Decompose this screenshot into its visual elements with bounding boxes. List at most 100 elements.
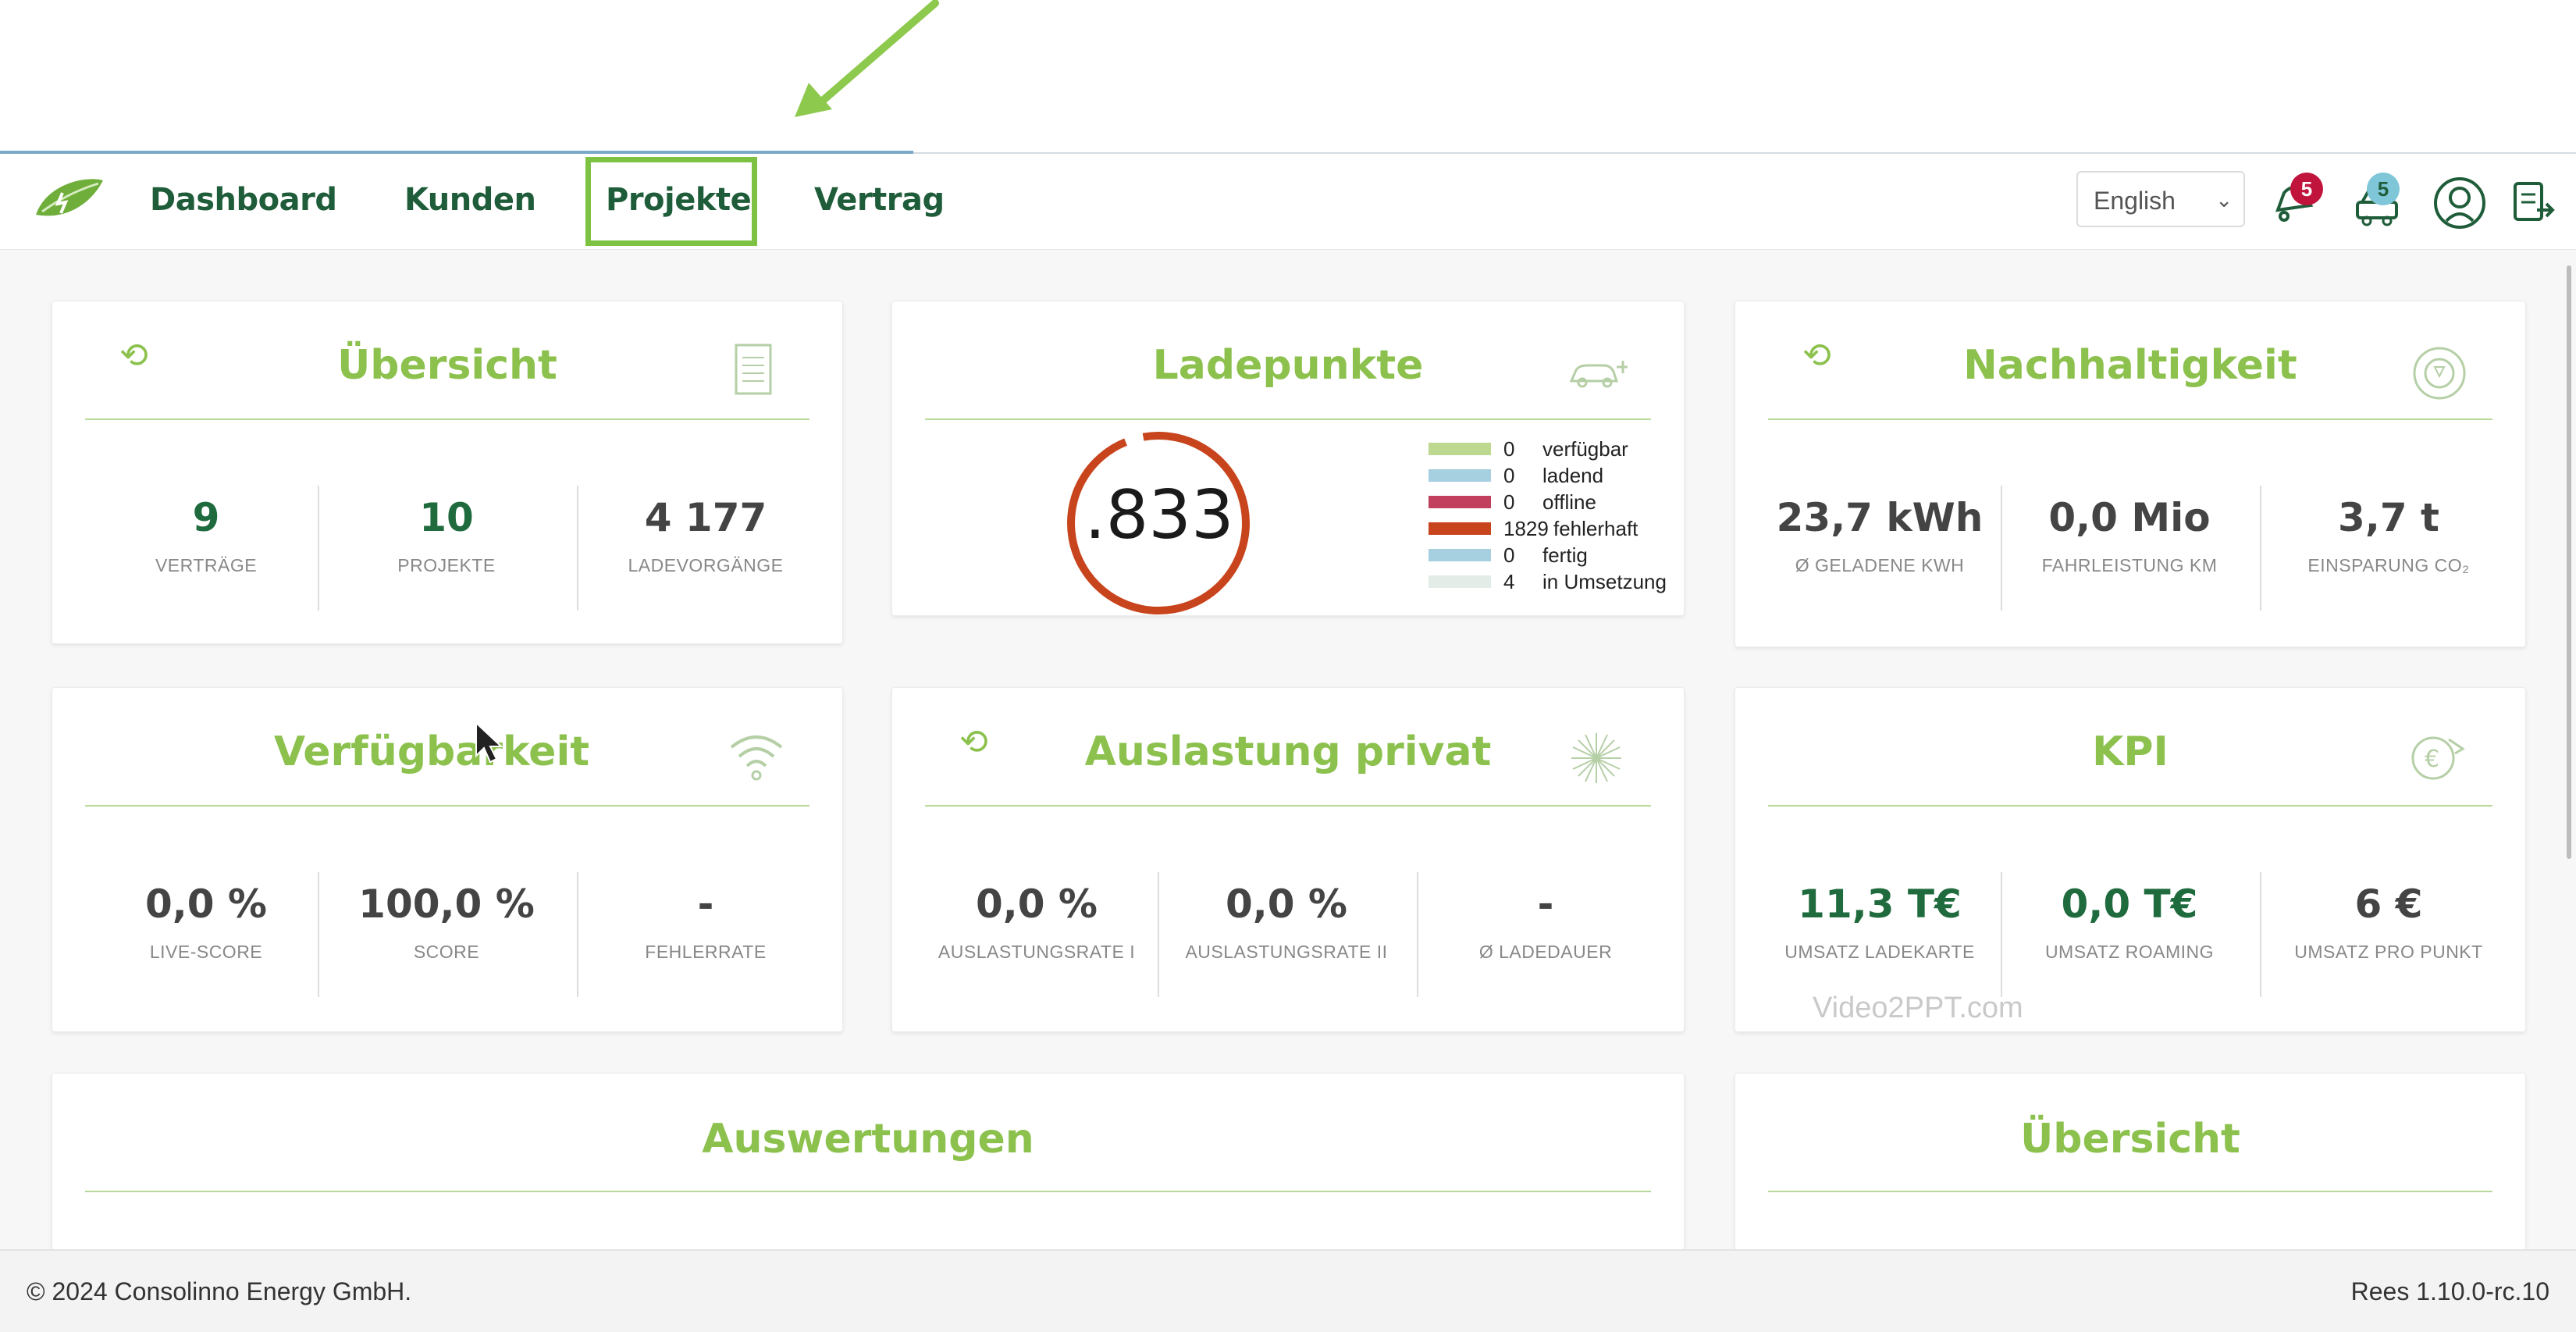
card-title: Auswertungen xyxy=(702,1116,1034,1163)
card-title: Verfügbarkeit xyxy=(273,728,590,775)
stat-label: UMSATZ PRO PUNKT xyxy=(2294,942,2483,962)
stat-divider xyxy=(577,872,578,997)
stat-label: UMSATZ LADEKARTE xyxy=(1784,942,1975,962)
annotation-arrow xyxy=(795,0,939,117)
card-title: Auslastung privat xyxy=(1084,728,1492,775)
card-uebersicht: ⟲ Übersicht 9 VERTRÄGE 10 PROJEKTE 4 177… xyxy=(52,301,843,644)
card-title: KPI xyxy=(2092,728,2169,775)
stat-divider xyxy=(318,872,319,997)
nav-vertrag[interactable]: Vertrag xyxy=(814,182,945,218)
card-divider xyxy=(925,418,1651,420)
stat-divider xyxy=(2001,872,2002,997)
card-divider xyxy=(925,805,1651,807)
stat-label: Ø GELADENE KWH xyxy=(1795,555,1965,575)
legend-swatch xyxy=(1429,549,1491,561)
card-divider xyxy=(85,805,809,807)
consolinno-logo[interactable] xyxy=(31,176,106,223)
stat-value: 100,0 % xyxy=(358,881,535,927)
card-title: Nachhaltigkeit xyxy=(1963,342,2297,389)
document-icon xyxy=(735,344,772,395)
stat-value: 0,0 T€ xyxy=(2061,881,2198,927)
legend-label: verfügbar xyxy=(1542,437,1628,461)
card-divider xyxy=(1768,418,2492,420)
stat-value: 0,0 % xyxy=(144,881,268,927)
stat-value: 10 xyxy=(419,495,474,540)
stat-divider xyxy=(2260,486,2261,611)
card-nachhaltigkeit: ⟲ Nachhaltigkeit 23,7 kWh Ø GELADENE KWH… xyxy=(1735,301,2526,647)
stat-value: 11,3 T€ xyxy=(1798,881,1962,927)
ladepunkte-total: .833 xyxy=(1084,476,1234,554)
stat-label: LADEVORGÄNGE xyxy=(628,555,784,575)
language-select[interactable]: English ⌄ xyxy=(2076,171,2245,227)
nav-dashboard[interactable]: Dashboard xyxy=(150,182,337,218)
legend-label: offline xyxy=(1542,490,1596,514)
logout-icon[interactable] xyxy=(2506,176,2560,230)
stat-divider xyxy=(577,486,578,611)
stat-label: VERTRÄGE xyxy=(155,555,258,575)
card-title: Übersicht xyxy=(2020,1116,2240,1163)
stat-label: Ø LADEDAUER xyxy=(1478,942,1613,962)
legend-count: 0 xyxy=(1503,490,1515,514)
stat-label: LIVE-SCORE xyxy=(149,942,263,962)
stat-value: 0,0 % xyxy=(975,881,1098,927)
tasks-badge: 5 xyxy=(2367,173,2400,205)
stat-value: 9 xyxy=(192,495,220,540)
stat-value: 0,0 % xyxy=(1225,881,1348,927)
svg-text:€: € xyxy=(2425,746,2439,773)
stat-divider xyxy=(2260,872,2261,997)
recycle-globe-icon xyxy=(2413,347,2466,400)
stat-value: 6 € xyxy=(2354,881,2423,927)
stat-label: FEHLERRATE xyxy=(645,942,767,962)
language-select-value: English xyxy=(2094,187,2176,215)
card-divider xyxy=(85,418,809,420)
nav-kunden[interactable]: Kunden xyxy=(404,182,536,218)
card-kpi: KPI € 11,3 T€ UMSATZ LADEKARTE 0,0 T€ UM… xyxy=(1735,687,2526,1032)
stat-value: 3,7 t xyxy=(2338,495,2439,540)
stat-label: AUSLASTUNGSRATE I xyxy=(938,942,1136,962)
mouse-cursor-icon xyxy=(475,721,503,764)
stat-label: SCORE xyxy=(413,942,480,962)
stat-label: UMSATZ ROAMING xyxy=(2044,942,2215,962)
stat-value: 0,0 Mio xyxy=(2048,495,2211,540)
euro-refresh-icon: € xyxy=(2411,736,2465,780)
legend-label: fehlerhaft xyxy=(1553,517,1638,540)
legend-swatch xyxy=(1429,469,1491,482)
card-title: Ladepunkte xyxy=(1152,342,1424,389)
charging-car-icon xyxy=(1569,361,1628,388)
stat-label: FAHRLEISTUNG KM xyxy=(2041,555,2218,575)
card-auswertungen: Auswertungen xyxy=(52,1073,1685,1250)
stat-value: - xyxy=(1537,881,1554,927)
legend-swatch xyxy=(1429,496,1491,508)
stat-label: PROJEKTE xyxy=(397,555,496,575)
legend-label: ladend xyxy=(1542,464,1604,487)
card-divider xyxy=(85,1191,1651,1192)
legend-swatch xyxy=(1429,522,1491,535)
stat-label: EINSPARUNG CO₂ xyxy=(2307,555,2470,575)
stat-divider xyxy=(2001,486,2002,611)
projekte-highlight-box xyxy=(585,157,757,246)
stat-label: AUSLASTUNGSRATE II xyxy=(1185,942,1388,962)
footer: © 2024 Consolinno Energy GmbH. Rees 1.10… xyxy=(0,1249,2576,1332)
stat-value: - xyxy=(697,881,714,927)
legend-label: fertig xyxy=(1542,543,1588,567)
card-uebersicht-2: Übersicht xyxy=(1735,1073,2526,1250)
legend-count: 0 xyxy=(1503,543,1515,567)
legend-count: 4 xyxy=(1503,570,1515,593)
footer-version: Rees 1.10.0-rc.10 xyxy=(2350,1277,2549,1305)
top-navbar: Dashboard Kunden Projekte Vertrag Englis… xyxy=(0,154,2576,251)
card-divider xyxy=(1768,805,2492,807)
footer-copyright: © 2024 Consolinno Energy GmbH. xyxy=(27,1277,412,1305)
stat-value: 23,7 kWh xyxy=(1776,495,1984,540)
legend-swatch xyxy=(1429,443,1491,455)
vertical-scrollbar[interactable] xyxy=(2567,265,2571,859)
notification-badge: 5 xyxy=(2290,173,2323,205)
legend-label: in Umsetzung xyxy=(1542,570,1667,593)
chevron-down-icon: ⌄ xyxy=(2215,188,2233,212)
legend-count: 1829 xyxy=(1503,517,1549,540)
card-verfuegbarkeit: Verfügbarkeit 0,0 % LIVE-SCORE 100,0 % S… xyxy=(52,687,843,1032)
stat-divider xyxy=(1158,872,1159,997)
legend-swatch xyxy=(1429,575,1491,588)
legend-count: 0 xyxy=(1503,464,1515,487)
user-profile-icon[interactable] xyxy=(2432,176,2487,230)
card-title: Übersicht xyxy=(337,342,557,389)
